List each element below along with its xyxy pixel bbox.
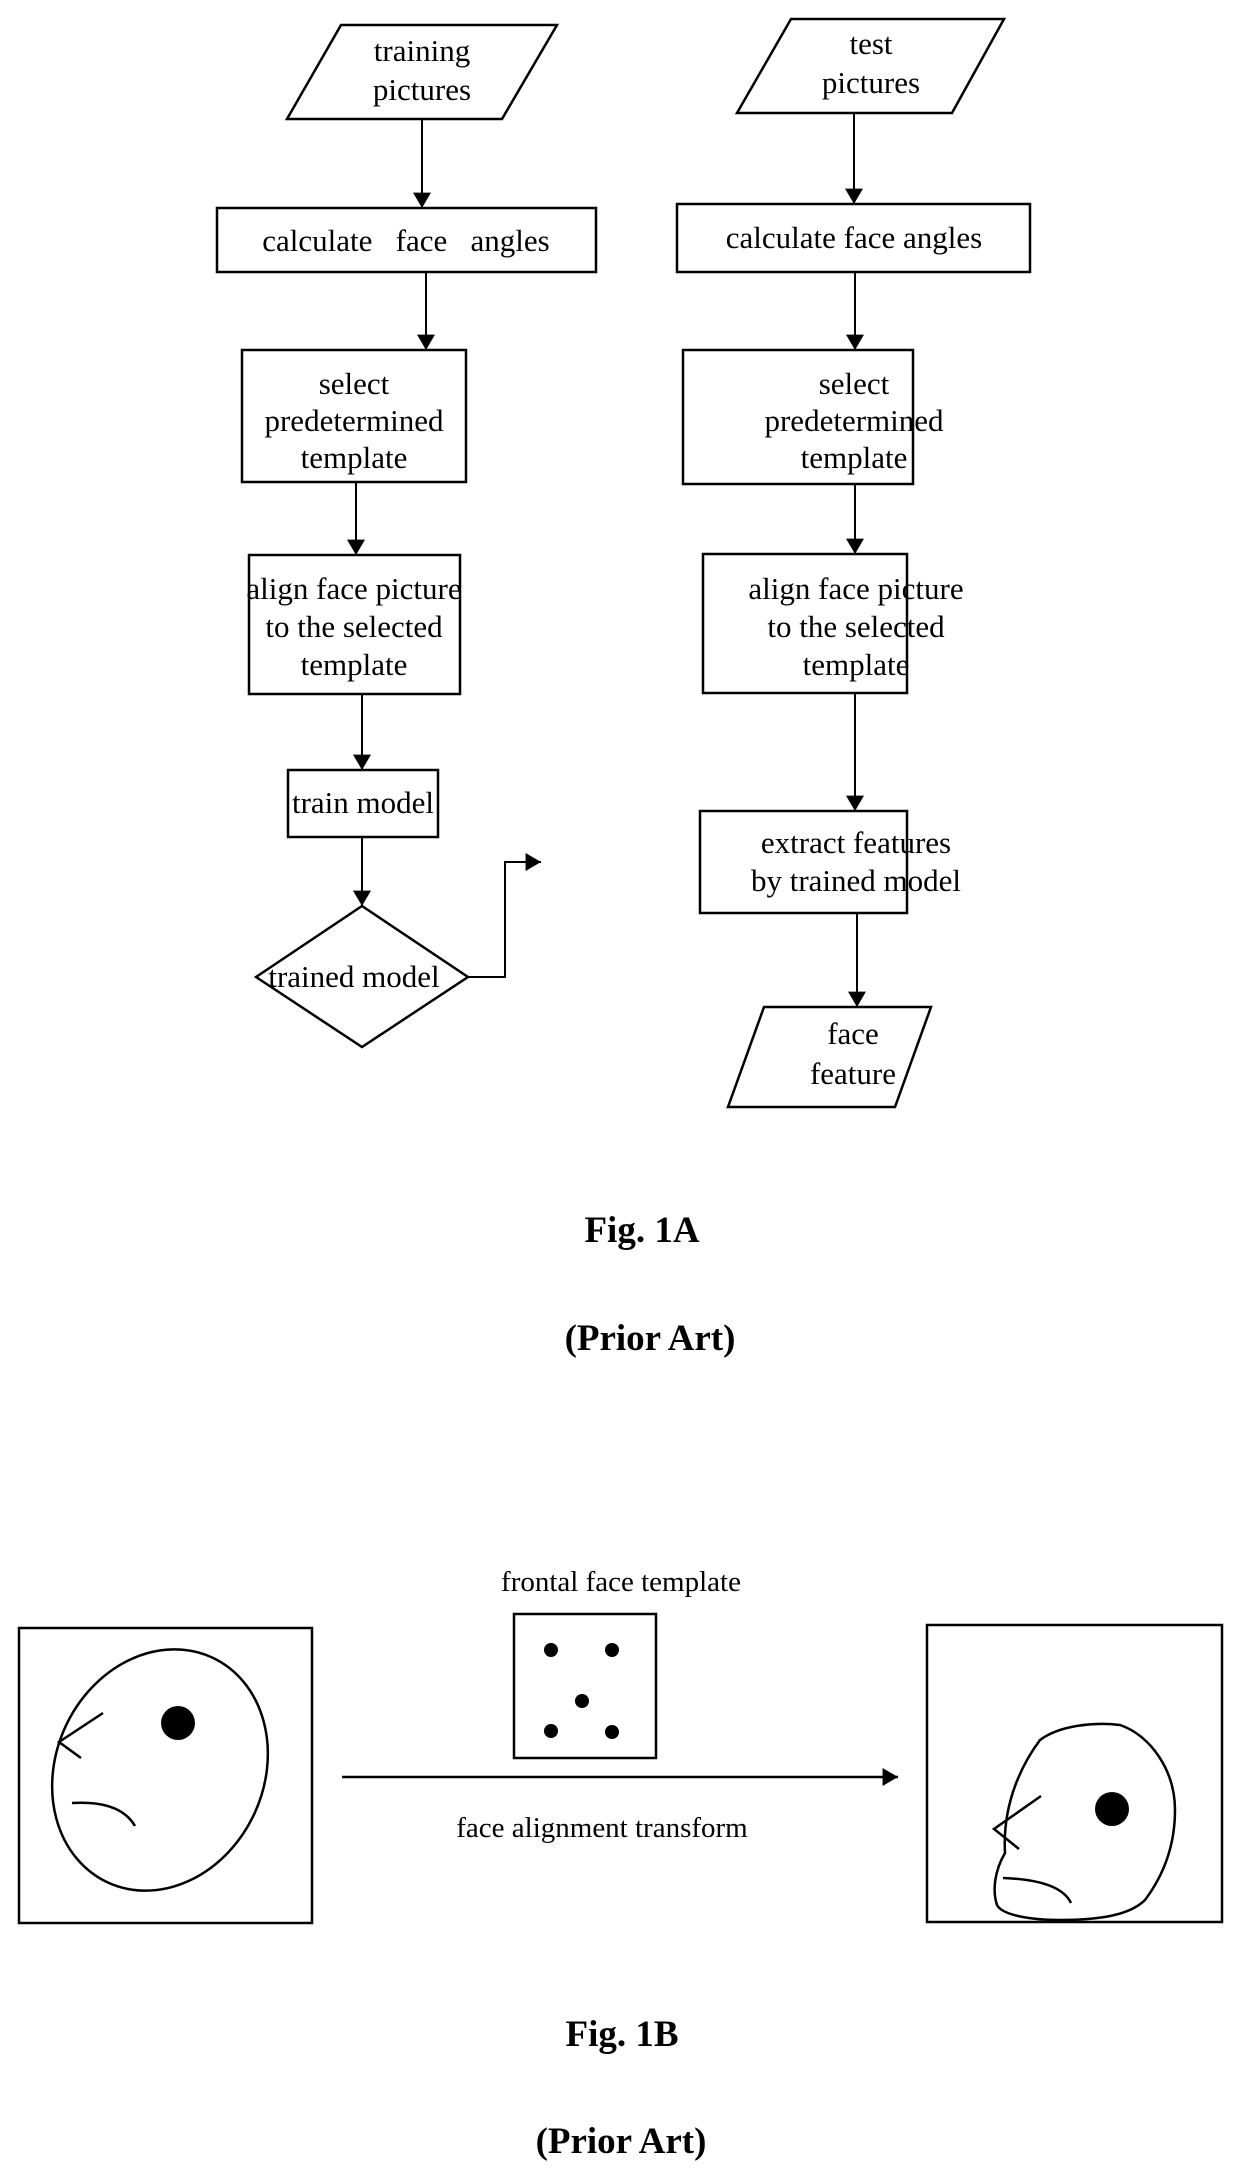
template-left-eye-dot [544, 1643, 558, 1657]
train-model-node: train model [286, 768, 440, 839]
calculate-face-angles-node-right: calculate face angles [675, 202, 1032, 274]
trained-model-label: trained model [268, 959, 439, 994]
select-template-node-right: select predetermined template [681, 348, 944, 486]
select-template-right-line1: select [819, 366, 890, 401]
align-face-right-line3: template [803, 647, 910, 682]
align-face-left-line3: template [301, 647, 408, 682]
aligned-face-picture [925, 1623, 1224, 1924]
frontal-face-template-box [512, 1612, 658, 1760]
training-pictures-node: training pictures [284, 23, 560, 121]
training-pictures-line1: training [374, 33, 470, 68]
extract-features-line1: extract features [761, 825, 951, 860]
test-pictures-line2: pictures [822, 65, 920, 100]
align-face-right-line2: to the selected [767, 609, 945, 644]
face-feature-node: face feature [726, 1005, 933, 1109]
align-face-node-right: align face picture to the selected templ… [701, 552, 964, 695]
select-template-left-line2: predetermined [264, 403, 444, 438]
select-template-left-line3: template [301, 440, 408, 475]
align-face-left-line1: align face picture [246, 571, 461, 606]
extract-features-line2: by trained model [751, 863, 961, 898]
trained-model-node: trained model [253, 904, 471, 1049]
align-face-right-line1: align face picture [748, 571, 963, 606]
train-model-label: train model [292, 785, 434, 820]
calculate-face-angles-node-left: calculate face angles [215, 206, 598, 274]
arrow-trained-to-extract [468, 853, 542, 978]
calculate-face-angles-label-right: calculate face angles [726, 220, 982, 255]
template-right-mouth-dot [605, 1725, 619, 1739]
select-template-right-line2: predetermined [764, 403, 944, 438]
select-template-right-line3: template [801, 440, 908, 475]
tilted-face-eye [161, 1706, 195, 1740]
calculate-face-angles-label-left: calculate face angles [262, 223, 549, 258]
patent-figure-canvas: training pictures calculate face angles … [17, 17, 1224, 2162]
extract-features-node: extract features by trained model [698, 809, 961, 915]
fig-1a-subcaption: (Prior Art) [565, 1318, 736, 1359]
face-alignment-transform-label: face alignment transform [456, 1812, 748, 1844]
test-pictures-node: test pictures [734, 17, 1007, 115]
template-left-mouth-dot [544, 1724, 558, 1738]
template-right-eye-dot [605, 1643, 619, 1657]
face-feature-line1: face [827, 1016, 879, 1051]
fig-1b-caption: Fig. 1B [565, 2014, 678, 2055]
select-template-node-left: select predetermined template [240, 348, 468, 484]
input-face-picture [17, 1626, 314, 1925]
training-pictures-line2: pictures [373, 72, 471, 107]
align-face-node-left: align face picture to the selected templ… [246, 553, 462, 696]
test-pictures-line1: test [849, 26, 892, 61]
template-nose-dot [575, 1694, 589, 1708]
fig-1b-subcaption: (Prior Art) [536, 2121, 707, 2162]
select-template-left-line1: select [319, 366, 390, 401]
frontal-face-template-label: frontal face template [501, 1566, 741, 1598]
fig-1a-caption: Fig. 1A [584, 1210, 699, 1251]
aligned-face-eye [1095, 1792, 1129, 1826]
align-face-left-line2: to the selected [265, 609, 443, 644]
face-feature-line2: feature [810, 1056, 896, 1091]
